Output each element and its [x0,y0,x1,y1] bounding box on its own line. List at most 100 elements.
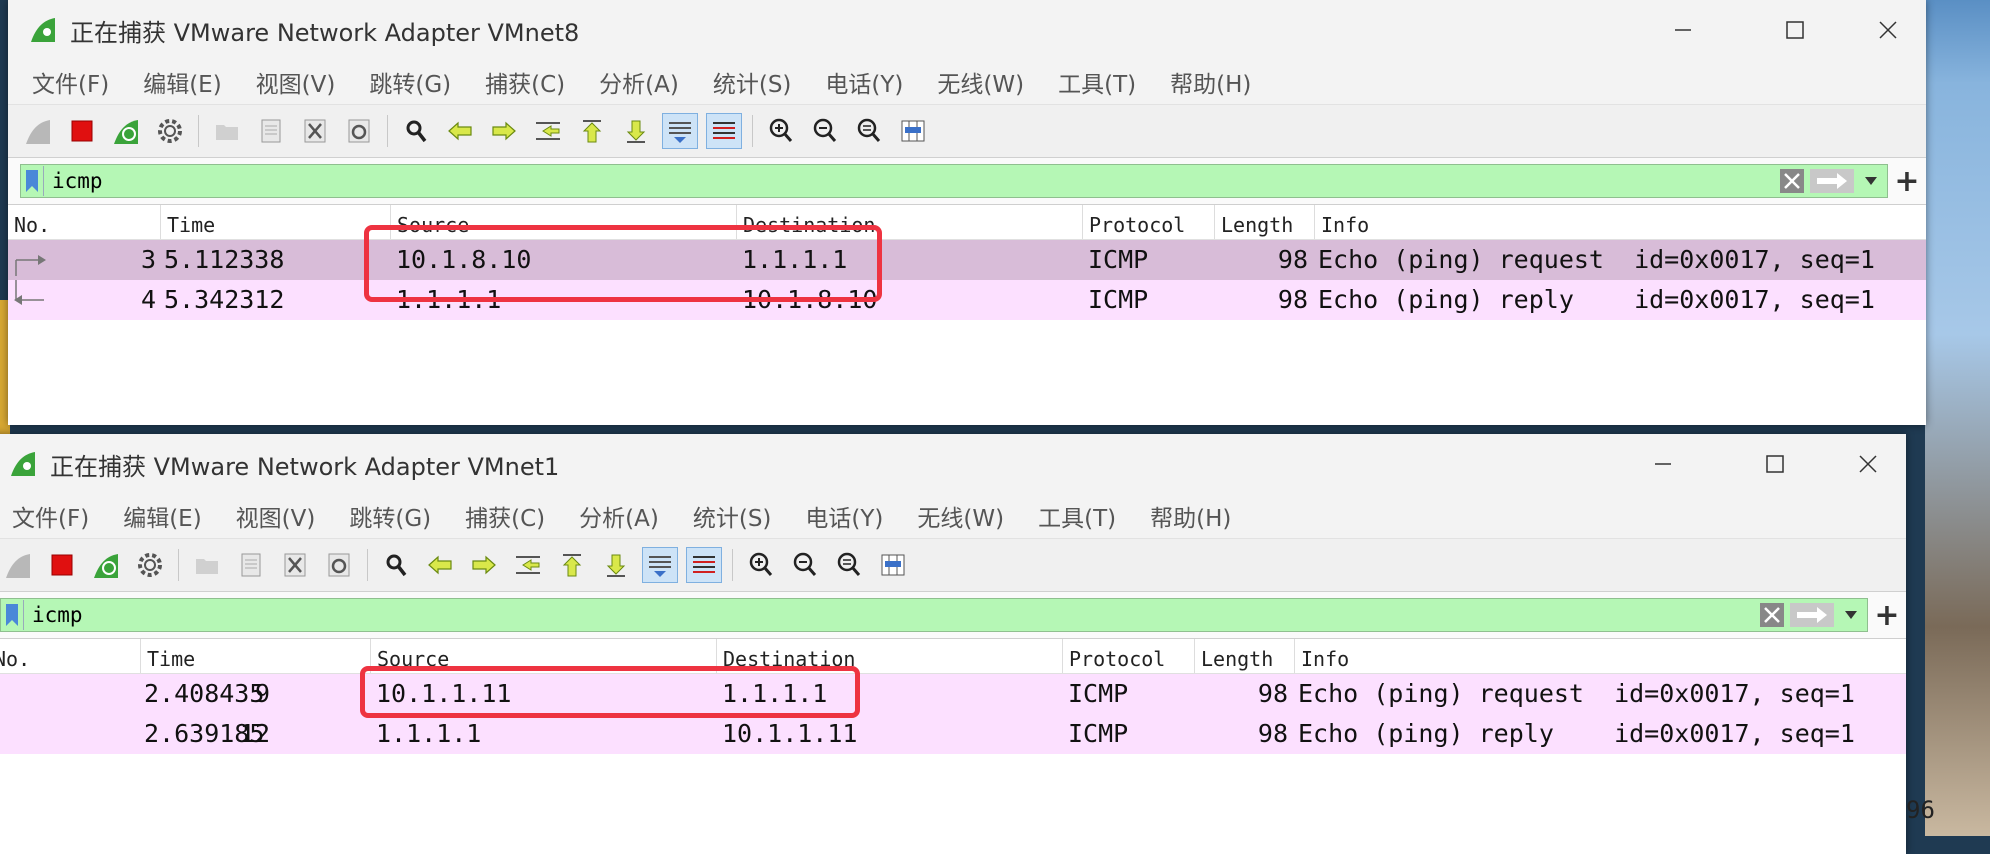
menu-wireless[interactable]: 无线(W) [937,65,1024,99]
apply-filter-button[interactable] [1809,167,1855,195]
find-packet-button[interactable] [398,113,434,149]
capture-options-button[interactable] [152,113,188,149]
close-button[interactable] [1833,434,1903,494]
restart-capture-button[interactable] [88,547,124,583]
title-bar[interactable]: 正在捕获 VMware Network Adapter VMnet8 [8,0,1926,60]
zoom-reset-button[interactable] [851,113,887,149]
packet-row[interactable]: 12 2.639185 1.1.1.1 10.1.1.11 ICMP 98 Ec… [0,714,1906,754]
find-packet-button[interactable] [378,547,414,583]
open-file-button[interactable] [209,113,245,149]
menu-analyze[interactable]: 分析(A) [579,499,659,533]
column-time[interactable]: Time [160,205,390,239]
open-file-button[interactable] [189,547,225,583]
menu-telephony[interactable]: 电话(Y) [825,65,903,99]
resize-columns-button[interactable] [895,113,931,149]
start-capture-button[interactable] [0,547,36,583]
column-source[interactable]: Source [390,205,736,239]
column-no[interactable]: No. [8,205,160,239]
autoscroll-button[interactable] [662,113,698,149]
autoscroll-button[interactable] [642,547,678,583]
menu-help[interactable]: 帮助(H) [1150,499,1231,533]
display-filter-input[interactable]: icmp [20,164,1888,198]
zoom-out-button[interactable] [787,547,823,583]
save-file-button[interactable] [233,547,269,583]
reload-file-button[interactable] [321,547,357,583]
save-file-button[interactable] [253,113,289,149]
title-bar[interactable]: 正在捕获 VMware Network Adapter VMnet1 [0,434,1906,494]
first-packet-button[interactable] [554,547,590,583]
colorize-button[interactable] [686,547,722,583]
filter-history-dropdown[interactable] [1839,601,1863,629]
zoom-reset-button[interactable] [831,547,867,583]
close-button[interactable] [1853,0,1923,60]
menu-statistics[interactable]: 统计(S) [713,65,792,99]
clear-filter-button[interactable] [1779,167,1805,195]
stop-capture-button[interactable] [64,113,100,149]
capture-options-button[interactable] [132,547,168,583]
clear-filter-button[interactable] [1759,601,1785,629]
go-back-button[interactable] [422,547,458,583]
reload-file-button[interactable] [341,113,377,149]
menu-tools[interactable]: 工具(T) [1058,65,1136,99]
start-capture-button[interactable] [20,113,56,149]
apply-filter-button[interactable] [1789,601,1835,629]
maximize-button[interactable] [1760,0,1830,60]
go-to-packet-button[interactable] [510,547,546,583]
colorize-button[interactable] [706,113,742,149]
menu-help[interactable]: 帮助(H) [1170,65,1251,99]
maximize-button[interactable] [1740,434,1810,494]
column-protocol[interactable]: Protocol [1062,639,1194,673]
add-filter-button[interactable]: + [1888,164,1926,199]
menu-analyze[interactable]: 分析(A) [599,65,679,99]
zoom-in-button[interactable] [743,547,779,583]
add-filter-button[interactable]: + [1868,598,1906,633]
menu-tools[interactable]: 工具(T) [1038,499,1116,533]
column-info[interactable]: Info [1314,205,1926,239]
column-info[interactable]: Info [1294,639,1906,673]
menu-edit[interactable]: 编辑(E) [123,499,201,533]
wireshark-window-vmnet8[interactable]: 正在捕获 VMware Network Adapter VMnet8 文件(F)… [8,0,1926,425]
menu-go[interactable]: 跳转(G) [349,499,431,533]
filter-bookmark-button[interactable] [21,166,44,196]
column-source[interactable]: Source [370,639,716,673]
packet-row[interactable]: 9 2.408435 10.1.1.11 1.1.1.1 ICMP 98 Ech… [0,674,1906,714]
menu-view[interactable]: 视图(V) [236,499,316,533]
zoom-in-button[interactable] [763,113,799,149]
column-no[interactable]: No. [0,639,140,673]
menu-capture[interactable]: 捕获(C) [485,65,565,99]
packet-row[interactable]: 4 5.342312 1.1.1.1 10.1.8.10 ICMP 98 Ech… [8,280,1926,320]
menu-statistics[interactable]: 统计(S) [693,499,772,533]
close-file-button[interactable] [277,547,313,583]
column-destination[interactable]: Destination [716,639,1062,673]
go-forward-button[interactable] [466,547,502,583]
menu-view[interactable]: 视图(V) [256,65,336,99]
go-to-packet-button[interactable] [530,113,566,149]
menu-telephony[interactable]: 电话(Y) [805,499,883,533]
resize-columns-button[interactable] [875,547,911,583]
menu-go[interactable]: 跳转(G) [369,65,451,99]
last-packet-button[interactable] [598,547,634,583]
first-packet-button[interactable] [574,113,610,149]
wireshark-window-vmnet1[interactable]: 正在捕获 VMware Network Adapter VMnet1 文件(F)… [0,434,1906,854]
go-back-button[interactable] [442,113,478,149]
stop-capture-button[interactable] [44,547,80,583]
column-time[interactable]: Time [140,639,370,673]
menu-capture[interactable]: 捕获(C) [465,499,545,533]
display-filter-input[interactable]: icmp [0,598,1868,632]
column-destination[interactable]: Destination [736,205,1082,239]
column-length[interactable]: Length [1214,205,1314,239]
menu-file[interactable]: 文件(F) [12,499,89,533]
menu-file[interactable]: 文件(F) [32,65,109,99]
column-protocol[interactable]: Protocol [1082,205,1214,239]
menu-edit[interactable]: 编辑(E) [143,65,221,99]
restart-capture-button[interactable] [108,113,144,149]
menu-wireless[interactable]: 无线(W) [917,499,1004,533]
close-file-button[interactable] [297,113,333,149]
zoom-out-button[interactable] [807,113,843,149]
last-packet-button[interactable] [618,113,654,149]
minimize-button[interactable] [1628,434,1698,494]
minimize-button[interactable] [1648,0,1718,60]
packet-row[interactable]: 3 5.112338 10.1.8.10 1.1.1.1 ICMP 98 Ech… [8,240,1926,280]
filter-history-dropdown[interactable] [1859,167,1883,195]
column-length[interactable]: Length [1194,639,1294,673]
